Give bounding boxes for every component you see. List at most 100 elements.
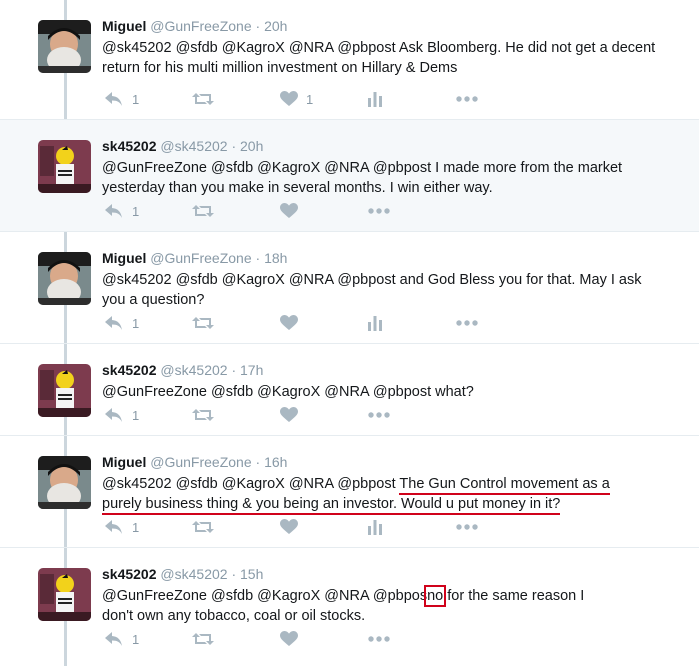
retweet-button[interactable] [192, 89, 214, 109]
like-button[interactable] [280, 405, 298, 425]
tweet-text-body: don't own any tobacco, coal or oil stock… [102, 608, 366, 624]
display-name[interactable]: Miguel [102, 18, 146, 34]
timestamp[interactable]: 17h [240, 362, 263, 378]
timestamp[interactable]: 15h [240, 566, 263, 582]
retweet-button[interactable] [192, 405, 214, 425]
reply-button[interactable]: 1 [104, 629, 139, 649]
tweet[interactable]: sk45202 @sk45202 · 17h @GunFreeZone @sfd… [0, 344, 699, 436]
reply-icon [105, 316, 122, 330]
tweet-highlighted[interactable]: sk45202 @sk45202 · 20h @GunFreeZone @sfd… [0, 120, 699, 232]
display-name[interactable]: sk45202 [102, 566, 157, 582]
underlined-text-annotation: purely business thing & you being an inv… [102, 496, 561, 515]
like-button[interactable] [280, 517, 298, 537]
reply-count: 1 [132, 315, 140, 331]
more-icon [456, 96, 478, 102]
reply-icon [105, 408, 122, 422]
tweet-text-mentions: @sk45202 @sfdb @KagroX @NRA @pbpost [102, 476, 400, 492]
display-name[interactable]: Miguel [102, 250, 146, 266]
reply-icon [105, 520, 122, 534]
like-button[interactable] [280, 313, 298, 333]
avatar-miguel[interactable] [38, 456, 91, 509]
display-name[interactable]: Miguel [102, 454, 146, 470]
tweet[interactable]: Miguel @GunFreeZone · 18h @sk45202 @sfdb… [0, 232, 699, 344]
timestamp[interactable]: 20h [240, 138, 263, 154]
tweet[interactable]: Miguel @GunFreeZone · 16h @sk45202 @sfdb… [0, 436, 699, 548]
tweet[interactable]: Miguel @GunFreeZone · 20h @sk45202 @sfdb… [0, 0, 699, 120]
like-count: 1 [306, 91, 314, 107]
retweet-icon [192, 633, 214, 645]
avatar-miguel[interactable] [38, 20, 91, 73]
tweet-text: @GunFreeZone @sfdb @KagroX @NRA @pbpost … [102, 160, 623, 196]
tweet-text: @sk45202 @sfdb @KagroX @NRA @pbpost Ask … [102, 40, 656, 76]
tweet-header: Miguel @GunFreeZone · 18h [102, 250, 287, 266]
analytics-button[interactable] [368, 89, 382, 109]
more-button[interactable] [368, 629, 390, 649]
avatar-sk45202[interactable] [38, 140, 91, 193]
reply-icon [105, 92, 122, 106]
boxed-text-annotation: no [424, 585, 447, 607]
avatar-miguel[interactable] [38, 252, 91, 305]
user-handle[interactable]: @GunFreeZone [150, 250, 251, 266]
user-handle[interactable]: @sk45202 [160, 138, 227, 154]
separator: · [231, 138, 237, 154]
tweet-header: sk45202 @sk45202 · 17h [102, 362, 263, 378]
avatar-sk45202[interactable] [38, 568, 91, 621]
reply-icon [105, 632, 122, 646]
retweet-button[interactable] [192, 313, 214, 333]
like-button[interactable] [280, 201, 298, 221]
retweet-button[interactable] [192, 201, 214, 221]
retweet-button[interactable] [192, 517, 214, 537]
reply-button[interactable]: 1 [104, 89, 139, 109]
more-button[interactable] [368, 405, 390, 425]
reply-count: 1 [132, 91, 140, 107]
retweet-button[interactable] [192, 629, 214, 649]
like-button[interactable]: 1 [280, 89, 313, 109]
more-button[interactable] [368, 201, 390, 221]
like-button[interactable] [280, 629, 298, 649]
reply-button[interactable]: 1 [104, 517, 139, 537]
reply-icon [105, 204, 122, 218]
timestamp[interactable]: 16h [264, 454, 287, 470]
reply-button[interactable]: 1 [104, 201, 139, 221]
timestamp[interactable]: 20h [264, 18, 287, 34]
user-handle[interactable]: @sk45202 [160, 566, 227, 582]
user-handle[interactable]: @GunFreeZone [150, 454, 251, 470]
tweet-header: sk45202 @sk45202 · 20h [102, 138, 263, 154]
tweet-header: sk45202 @sk45202 · 15h [102, 566, 263, 582]
tweet-header: Miguel @GunFreeZone · 16h [102, 454, 287, 470]
more-icon [368, 412, 390, 418]
analytics-icon [368, 316, 382, 331]
display-name[interactable]: sk45202 [102, 362, 157, 378]
display-name[interactable]: sk45202 [102, 138, 157, 154]
reply-count: 1 [132, 631, 140, 647]
timestamp[interactable]: 18h [264, 250, 287, 266]
user-handle[interactable]: @GunFreeZone [150, 18, 251, 34]
reply-button[interactable]: 1 [104, 405, 139, 425]
tweet-header: Miguel @GunFreeZone · 20h [102, 18, 287, 34]
analytics-button[interactable] [368, 313, 382, 333]
more-button[interactable] [456, 517, 478, 537]
tweet-text-mentions: @GunFreeZone @sfdb @KagroX @NRA @pbpos [102, 588, 428, 604]
separator: · [255, 18, 261, 34]
tweet-text: @GunFreeZone @sfdb @KagroX @NRA @pbposno… [102, 585, 662, 626]
retweet-icon [192, 205, 214, 217]
separator: · [255, 250, 261, 266]
more-button[interactable] [456, 89, 478, 109]
tweet-text: @sk45202 @sfdb @KagroX @NRA @pbpost and … [102, 272, 642, 308]
more-icon [368, 208, 390, 214]
reply-count: 1 [132, 519, 140, 535]
analytics-button[interactable] [368, 517, 382, 537]
user-handle[interactable]: @sk45202 [160, 362, 227, 378]
heart-icon [280, 407, 298, 422]
reply-button[interactable]: 1 [104, 313, 139, 333]
retweet-icon [192, 521, 214, 533]
analytics-icon [368, 92, 382, 107]
tweet[interactable]: sk45202 @sk45202 · 15h @GunFreeZone @sfd… [0, 548, 699, 666]
avatar-sk45202[interactable] [38, 364, 91, 417]
analytics-icon [368, 520, 382, 535]
more-icon [456, 320, 478, 326]
retweet-icon [192, 317, 214, 329]
tweet-text: @GunFreeZone @sfdb @KagroX @NRA @pbpost … [102, 384, 474, 400]
more-button[interactable] [456, 313, 478, 333]
underlined-text-annotation: The Gun Control movement as a [399, 476, 610, 495]
